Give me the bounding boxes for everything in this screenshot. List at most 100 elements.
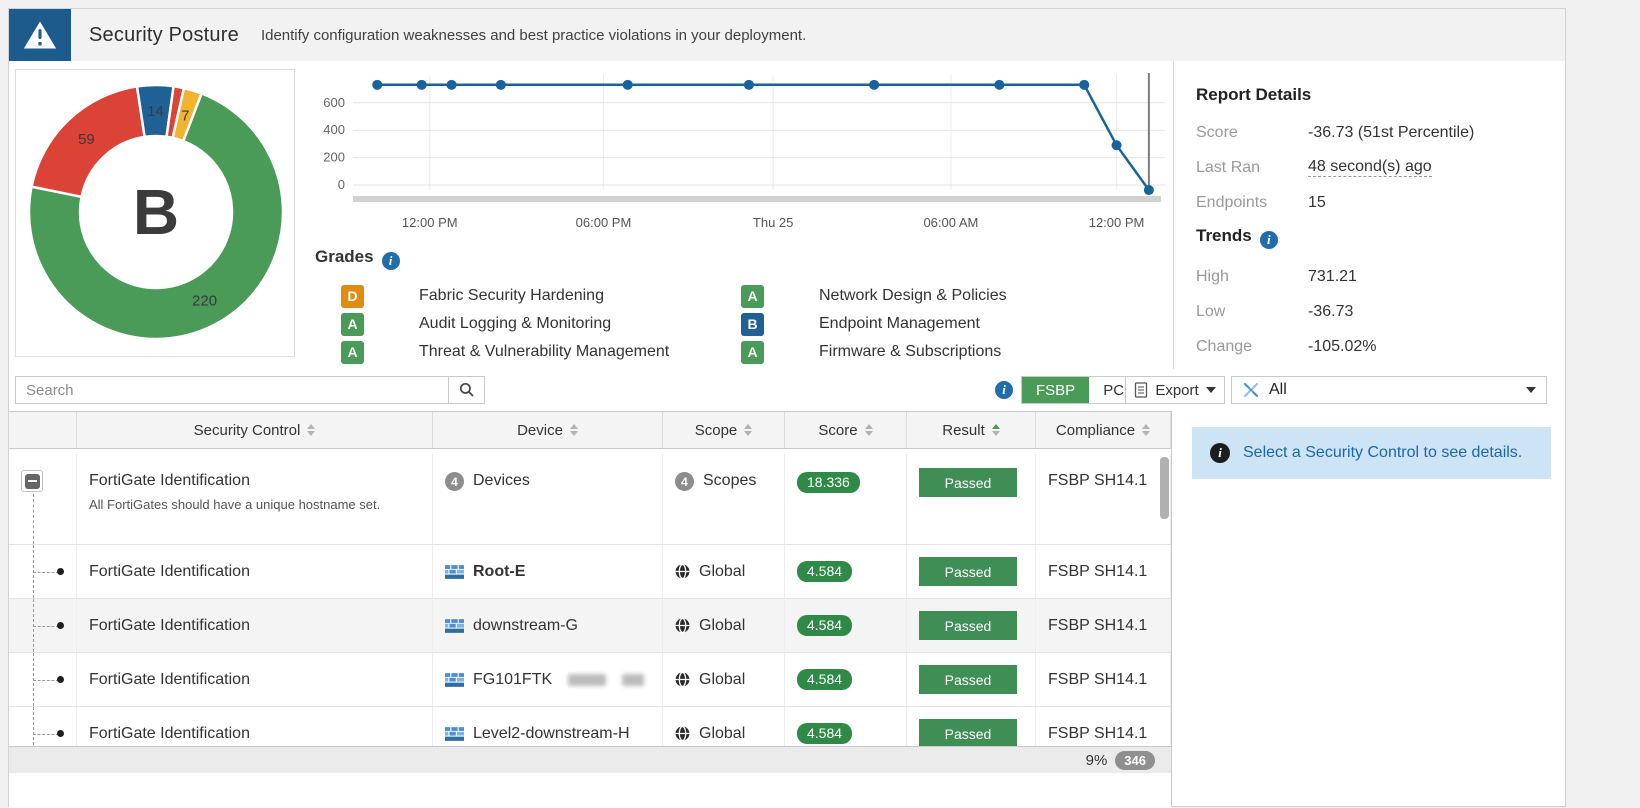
- score-trend-chart: 020040060012:00 PM06:00 PMThu 2506:00 AM…: [307, 63, 1171, 245]
- donut-slice-label: 220: [192, 293, 217, 310]
- result-badge: Passed: [919, 468, 1017, 497]
- y-axis-tick: 0: [338, 177, 345, 192]
- device-name: FG101FTK: [473, 671, 552, 689]
- device-count-badge: 4: [445, 472, 464, 491]
- grades-info-icon[interactable]: i: [382, 252, 400, 270]
- sort-icon: [307, 424, 315, 436]
- fsbp-toggle-button[interactable]: FSBP: [1022, 377, 1089, 403]
- x-axis-tick: 06:00 PM: [576, 215, 632, 230]
- security-controls-table: Security Control DeviceScope Score ResultCo…: [9, 411, 1171, 808]
- scope-count-badge: 4: [675, 472, 694, 491]
- donut-slice-label: 59: [78, 131, 95, 148]
- score-pill: 4.584: [797, 723, 852, 744]
- security-control-description: All FortiGates should have a unique host…: [89, 497, 380, 512]
- trend-data-point: [1144, 185, 1154, 195]
- security-control-name: FortiGate Identification: [89, 472, 250, 490]
- table-row[interactable]: FortiGate IdentificationLevel2-downstrea…: [9, 707, 1171, 751]
- sort-icon: [1142, 424, 1150, 436]
- collapse-button[interactable]: [21, 470, 43, 492]
- column-header-label: Score: [818, 422, 857, 439]
- column-header-score[interactable]: Score: [785, 412, 907, 448]
- globe-icon: [675, 564, 690, 579]
- score-pill: 4.584: [797, 669, 852, 690]
- device-name: Root-E: [473, 563, 525, 581]
- security-posture-page: Security Posture Identify configuration …: [8, 8, 1566, 807]
- page-header: Security Posture Identify configuration …: [9, 9, 1565, 62]
- report-row-value: -36.73 (51st Percentile): [1308, 124, 1474, 142]
- security-control-name: FortiGate Identification: [89, 563, 250, 581]
- trend-data-point: [1112, 140, 1122, 150]
- fabric-scope-value: All: [1269, 381, 1287, 399]
- tree-connector: [33, 626, 59, 627]
- table-scrollbar[interactable]: [1160, 457, 1169, 519]
- report-row: Score-36.73 (51st Percentile): [1196, 115, 1565, 150]
- fabric-scope-dropdown[interactable]: All: [1231, 376, 1547, 404]
- x-axis-tick: Thu 25: [753, 215, 793, 230]
- result-badge: Passed: [919, 557, 1017, 586]
- globe-icon: [675, 726, 690, 741]
- grade-item-label: Endpoint Management: [819, 315, 980, 333]
- scope-name: Global: [699, 563, 745, 581]
- search-button[interactable]: [448, 376, 485, 404]
- standard-info-icon[interactable]: i: [995, 381, 1013, 399]
- grade-badge: D: [341, 285, 364, 308]
- row-count-badge: 346: [1115, 751, 1155, 770]
- grade-item: AFirmware & Subscriptions: [715, 338, 1007, 366]
- grade-item-label: Firmware & Subscriptions: [819, 343, 1001, 361]
- report-row: Change-105.02%: [1196, 329, 1565, 364]
- column-header-label: Security Control: [194, 422, 301, 439]
- info-icon: i: [1210, 443, 1230, 463]
- security-control-name: FortiGate Identification: [89, 725, 250, 743]
- grade-donut-panel: 22059147 B: [15, 69, 295, 357]
- export-button[interactable]: Export: [1125, 376, 1225, 404]
- column-header-security-control[interactable]: Security Control: [77, 412, 433, 448]
- report-row-value[interactable]: 48 second(s) ago: [1308, 158, 1432, 177]
- device-name: downstream-G: [473, 617, 578, 635]
- table-footer: 9% 346: [9, 746, 1171, 773]
- trend-data-point: [623, 80, 633, 90]
- y-axis-tick: 600: [323, 95, 345, 110]
- score-pill: 4.584: [797, 561, 852, 582]
- column-header-expand: [9, 412, 77, 448]
- report-row-value: 15: [1308, 194, 1326, 212]
- column-header-scope[interactable]: Scope: [663, 412, 785, 448]
- table-row[interactable]: FortiGate Identification Root-E Global 4.58…: [9, 545, 1171, 599]
- select-control-banner: i Select a Security Control to see detai…: [1192, 427, 1551, 479]
- tree-connector: [33, 680, 59, 681]
- compliance-value: FSBP SH14.1: [1048, 671, 1147, 689]
- grade-item: AThreat & Vulnerability Management: [315, 338, 715, 366]
- trends-title: Trendsi: [1196, 226, 1565, 249]
- document-icon: [1134, 382, 1148, 398]
- trend-data-point: [1079, 80, 1089, 90]
- overall-grade: B: [56, 167, 256, 257]
- table-row[interactable]: FortiGate Identificationdownstream-GGlob…: [9, 599, 1171, 653]
- report-row: Endpoints15: [1196, 185, 1565, 220]
- chevron-down-icon: [1206, 387, 1216, 393]
- search-input[interactable]: [15, 376, 449, 404]
- table-row[interactable]: FortiGate Identification All FortiGates s…: [9, 454, 1171, 545]
- donut-slice-label: 14: [147, 103, 164, 120]
- report-row-value: 731.21: [1308, 268, 1357, 286]
- column-header-device[interactable]: Device: [433, 412, 663, 448]
- compliance-value: FSBP SH14.1: [1048, 725, 1147, 743]
- banner-message: Select a Security Control to see details…: [1243, 444, 1522, 462]
- column-header-compliance[interactable]: Compliance: [1036, 412, 1171, 448]
- table-header-row: Security Control DeviceScope Score ResultCo…: [9, 411, 1171, 449]
- page-title: Security Posture: [89, 24, 239, 47]
- globe-icon: [675, 618, 690, 633]
- trends-title-text: Trends: [1196, 226, 1252, 245]
- grade-item-label: Fabric Security Hardening: [419, 287, 604, 305]
- table-row[interactable]: FortiGate IdentificationFG101FTKGlobal4.…: [9, 653, 1171, 707]
- x-axis-tick: 12:00 PM: [402, 215, 458, 230]
- report-row: Low-36.73: [1196, 294, 1565, 329]
- grade-item: ANetwork Design & Policies: [715, 282, 1007, 310]
- chart-range-slider[interactable]: [353, 196, 1161, 202]
- report-row-label: High: [1196, 268, 1308, 286]
- table-body: FortiGate Identification All FortiGates s…: [9, 449, 1171, 751]
- x-axis-tick: 06:00 AM: [923, 215, 978, 230]
- trend-data-point: [447, 80, 457, 90]
- grade-item-label: Audit Logging & Monitoring: [419, 315, 611, 333]
- trend-data-point: [744, 80, 754, 90]
- trends-info-icon[interactable]: i: [1260, 231, 1278, 249]
- column-header-result[interactable]: Result: [907, 412, 1036, 448]
